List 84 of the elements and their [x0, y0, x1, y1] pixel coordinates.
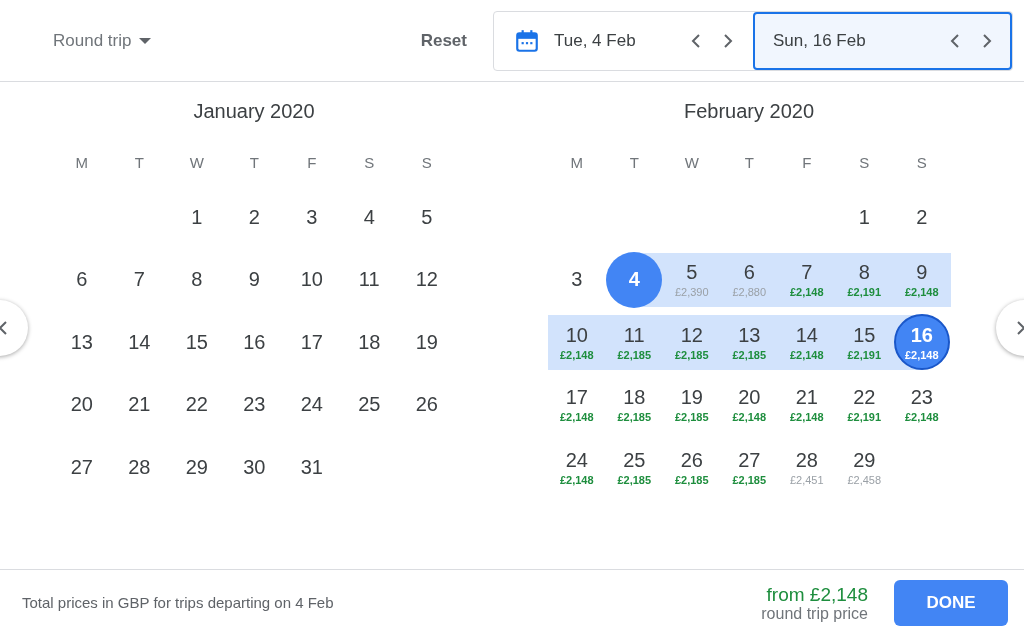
calendar-day[interactable]: 15 £2,191	[836, 314, 893, 371]
weekday-label: T	[133, 153, 145, 173]
weekday-label: S	[420, 153, 433, 173]
calendar-day[interactable]: 26	[398, 376, 455, 433]
calendar-day[interactable]: 15	[168, 314, 225, 371]
calendar-day[interactable]: 18 £2,185	[606, 376, 663, 433]
weekday-label: M	[74, 153, 89, 173]
done-button[interactable]: DONE	[894, 579, 1008, 626]
calendar-day[interactable]: 31	[283, 439, 340, 496]
calendar-day[interactable]: 14	[111, 314, 168, 371]
calendar-day[interactable]: 7 £2,148	[778, 251, 835, 308]
calendar-day[interactable]: 6 £2,880	[721, 251, 778, 308]
calendar-day[interactable]: 1	[168, 189, 225, 246]
calendar-day[interactable]: 10 £2,148	[548, 314, 605, 371]
calendar-day[interactable]: 16	[226, 314, 283, 371]
calendar-day[interactable]: 19 £2,185	[663, 376, 720, 433]
weekday-label: T	[628, 153, 640, 173]
chevron-right-icon[interactable]	[1016, 320, 1024, 336]
calendar-day[interactable]: 8	[168, 251, 225, 308]
calendar-day[interactable]: 17 £2,148	[548, 376, 605, 433]
calendar-day[interactable]: 21 £2,148	[778, 376, 835, 433]
trip-type-dropdown[interactable]: Round trip	[53, 30, 152, 51]
calendar-day[interactable]: 13 £2,185	[721, 314, 778, 371]
calendar-day[interactable]: 28	[111, 439, 168, 496]
calendar-day[interactable]: 11	[341, 251, 398, 308]
weekday-label: W	[188, 153, 205, 173]
calendar-day[interactable]: 6	[53, 251, 110, 308]
calendar-day[interactable]: 2	[226, 189, 283, 246]
weekday-label: M	[569, 153, 584, 173]
calendar-day[interactable]: 18	[341, 314, 398, 371]
calendar-day[interactable]: 27	[53, 439, 110, 496]
calendar-day[interactable]: 12 £2,185	[663, 314, 720, 371]
calendar-day[interactable]: 24	[283, 376, 340, 433]
calendar-day[interactable]: 9	[226, 251, 283, 308]
calendar-day[interactable]: 10	[283, 251, 340, 308]
weekday-label: F	[306, 153, 318, 173]
caret-icon	[139, 37, 152, 44]
calendar-day[interactable]: 14 £2,148	[778, 314, 835, 371]
calendar-day[interactable]: 8 £2,191	[836, 251, 893, 308]
calendar-day[interactable]: 5 £2,390	[663, 251, 720, 308]
calendar-day[interactable]: 19	[398, 314, 455, 371]
calendar-day[interactable]: 4	[341, 189, 398, 246]
calendar-day[interactable]: 27 £2,185	[721, 439, 778, 496]
reset-button[interactable]: Reset	[420, 30, 467, 51]
calendar-day[interactable]: 7	[111, 251, 168, 308]
calendar-day[interactable]: 29 £2,458	[836, 439, 893, 496]
weekday-label: S	[915, 153, 928, 173]
calendar-day[interactable]: 3	[283, 189, 340, 246]
calendar-day[interactable]: 30	[226, 439, 283, 496]
calendar-day[interactable]: 25	[341, 376, 398, 433]
weekday-label: F	[801, 153, 813, 173]
month-title: February 2020	[682, 99, 816, 124]
calendar-day[interactable]: 13	[53, 314, 110, 371]
calendar-day[interactable]: 22	[168, 376, 225, 433]
calendar-day[interactable]: 5	[398, 189, 455, 246]
calendar-day[interactable]: 20	[53, 376, 110, 433]
calendar-day[interactable]: 12	[398, 251, 455, 308]
weekday-label: S	[363, 153, 376, 173]
calendar-day[interactable]: 28 £2,451	[778, 439, 835, 496]
calendar-day[interactable]: 3	[548, 251, 605, 308]
calendar-day[interactable]: 20 £2,148	[721, 376, 778, 433]
calendar-day[interactable]: 4	[606, 251, 663, 308]
calendar-day[interactable]: 2	[893, 189, 950, 246]
chevron-left-icon[interactable]	[0, 320, 8, 336]
weekday-label: T	[743, 153, 755, 173]
month-title: January 2020	[192, 99, 316, 124]
calendar-day[interactable]: 26 £2,185	[663, 439, 720, 496]
price-caption: round trip price	[761, 605, 868, 622]
lowest-price: from £2,148	[766, 583, 868, 606]
weekday-label: W	[683, 153, 700, 173]
calendar-day[interactable]: 1	[836, 189, 893, 246]
price-note: Total prices in GBP for trips departing on 4 Feb	[22, 594, 334, 611]
calendar-day[interactable]: 23	[226, 376, 283, 433]
weekday-label: S	[858, 153, 871, 173]
calendar-day[interactable]: 22 £2,191	[836, 376, 893, 433]
calendar-day[interactable]: 17	[283, 314, 340, 371]
calendar-day[interactable]: 23 £2,148	[893, 376, 950, 433]
calendar-day[interactable]: 9 £2,148	[893, 251, 950, 308]
calendar-day[interactable]: 24 £2,148	[548, 439, 605, 496]
weekday-label: T	[248, 153, 260, 173]
calendar-day[interactable]: 11 £2,185	[606, 314, 663, 371]
calendar-day[interactable]: 29	[168, 439, 225, 496]
calendar-day[interactable]: 25 £2,185	[606, 439, 663, 496]
calendar-day[interactable]: 21	[111, 376, 168, 433]
